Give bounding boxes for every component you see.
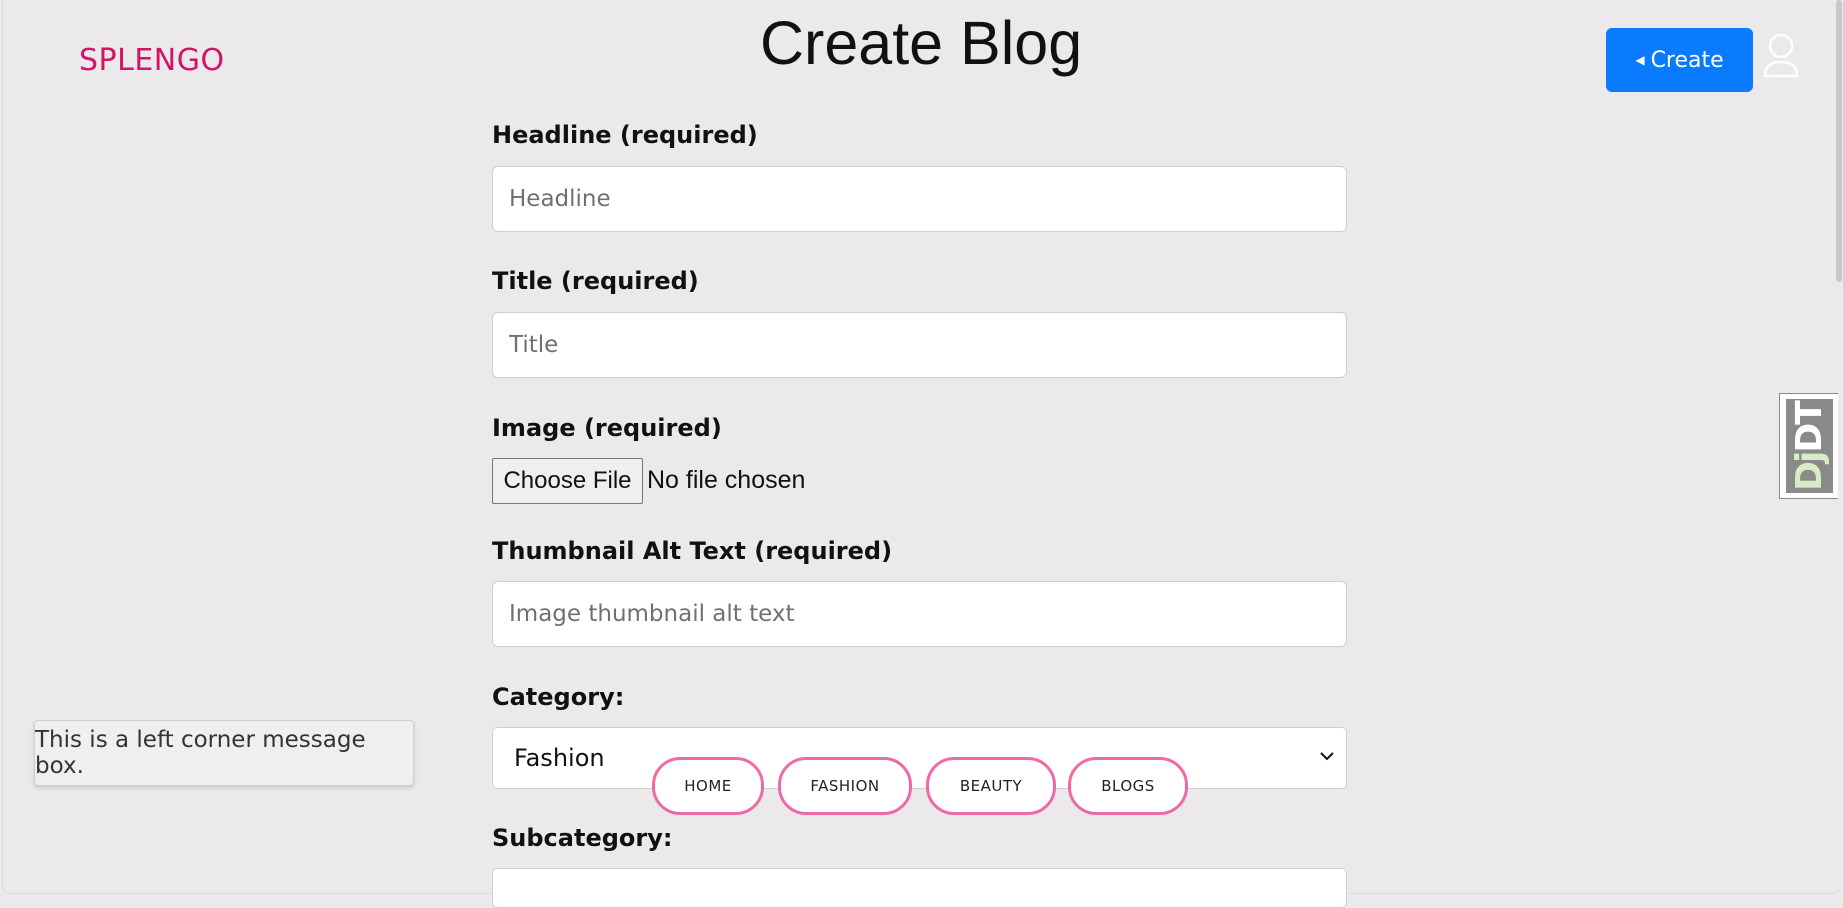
create-button[interactable]: ◀ Create [1606,28,1753,92]
scrollbar-thumb[interactable] [1836,0,1842,282]
debug-toolbar-label-dj: Dj [1789,452,1830,491]
headline-label: Headline (required) [492,121,758,149]
corner-message-box: This is a left corner message box. [34,720,414,786]
debug-toolbar-handle[interactable]: DjDT [1779,393,1838,499]
page-title: Create Blog [760,9,1083,77]
caret-left-icon: ◀ [1635,53,1645,67]
choose-file-button[interactable]: Choose File [492,458,643,504]
file-status: No file chosen [647,466,806,494]
debug-toolbar-badge: DjDT [1786,399,1833,493]
category-selected-value: Fashion [514,744,605,772]
image-label: Image (required) [492,414,722,442]
alt-text-input[interactable] [492,581,1347,647]
subcategory-label: Subcategory: [492,824,673,852]
chevron-down-icon [1320,752,1334,761]
headline-input[interactable] [492,166,1347,232]
nav-home[interactable]: HOME [652,757,764,815]
brand-logo[interactable]: SPLENGO [79,43,225,78]
subcategory-select[interactable] [492,868,1347,908]
alt-text-label: Thumbnail Alt Text (required) [492,537,893,565]
title-label: Title (required) [492,267,699,295]
category-select[interactable]: Fashion [492,727,1347,789]
create-button-label: Create [1650,47,1724,73]
debug-toolbar-label-dt: DT [1789,401,1830,453]
category-label: Category: [492,683,625,711]
nav-fashion[interactable]: FASHION [778,757,912,815]
title-input[interactable] [492,312,1347,378]
user-icon[interactable] [1762,32,1800,80]
debug-toolbar-label: DjDT [1789,402,1830,491]
nav-beauty[interactable]: BEAUTY [926,757,1056,815]
nav-blogs[interactable]: BLOGS [1068,757,1188,815]
